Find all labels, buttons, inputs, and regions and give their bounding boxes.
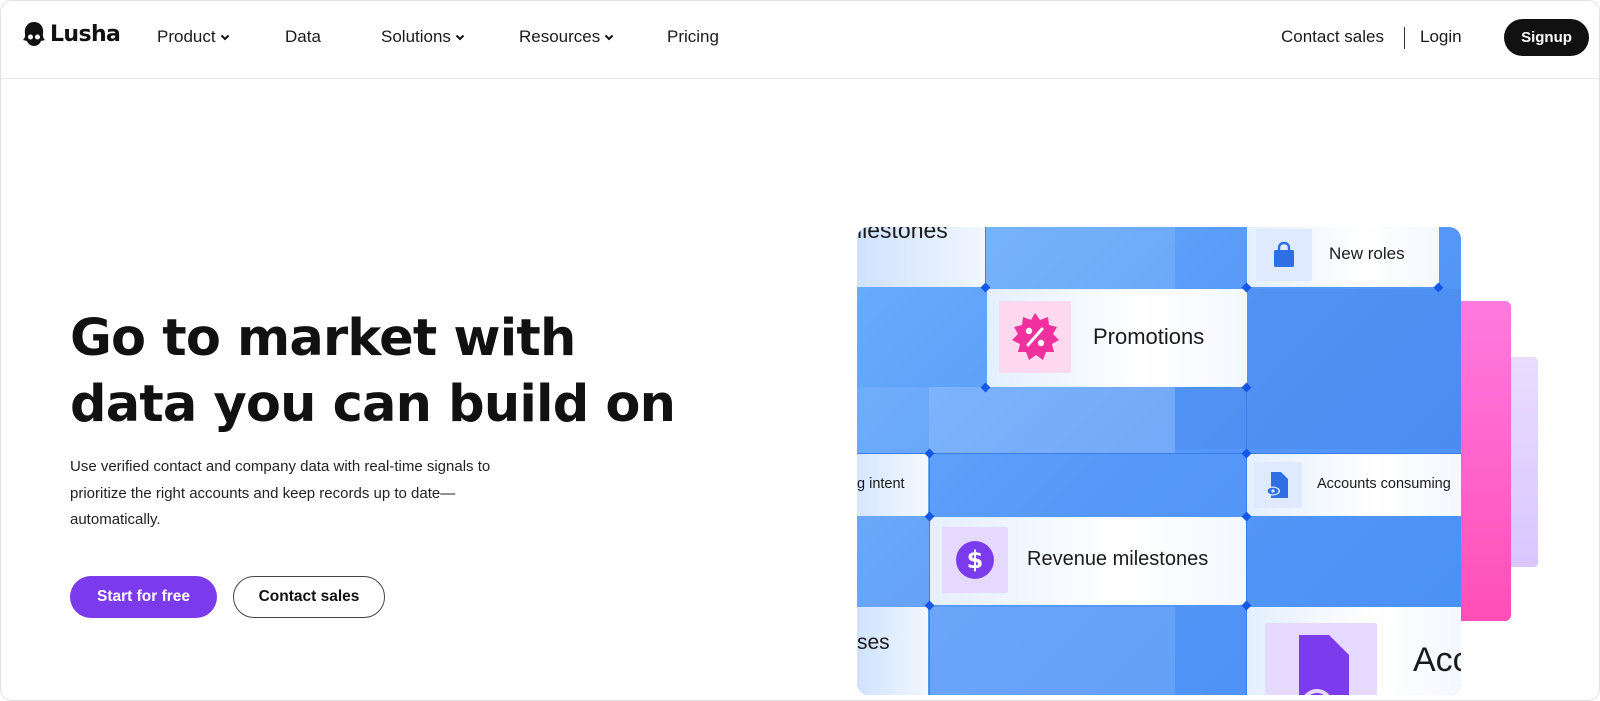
card-new-roles: New roles [1247, 227, 1439, 287]
card-label: Revenue milestones [1027, 548, 1209, 570]
dollar-circle-icon: $ [942, 527, 1008, 593]
shopping-bag-icon [1256, 229, 1312, 281]
nav-item-label: Solutions [381, 27, 451, 46]
lusha-logo-icon [23, 22, 45, 46]
hero-title: Go to market with data you can build on [70, 306, 690, 438]
signals-illustration: ilestones New roles Promotions g intent [857, 227, 1461, 695]
card-promotions: Promotions [987, 289, 1247, 387]
brand-name: Lusha [50, 21, 121, 47]
hero-description: Use verified contact and company data wi… [70, 458, 491, 528]
card-label: ses [857, 631, 890, 654]
grid-cell [985, 227, 1175, 289]
nav-item-pricing[interactable]: Pricing [667, 27, 719, 47]
nav-item-data[interactable]: Data [285, 27, 321, 47]
card-ses-partial: ses [857, 607, 928, 695]
nav-item-label: Product [157, 27, 216, 46]
nav-item-label: Resources [519, 27, 601, 46]
signup-button[interactable]: Signup [1504, 19, 1589, 56]
svg-text:$: $ [967, 546, 984, 574]
hero-title-line-2: data you can build on [70, 375, 676, 434]
chevron-down-icon [605, 34, 614, 41]
nav-divider [1404, 27, 1405, 49]
card-label: Acc [1413, 641, 1461, 679]
top-nav-bar: Lusha Product Data Solutions Resources P… [1, 1, 1599, 79]
card-acc-partial: Acc [1247, 607, 1461, 695]
decorative-pink-panel [1453, 301, 1511, 621]
document-eye-icon [1254, 462, 1302, 508]
login-link[interactable]: Login [1420, 27, 1462, 47]
start-for-free-button[interactable]: Start for free [70, 576, 217, 618]
grid-line [985, 227, 986, 287]
card-label: ilestones [857, 227, 948, 243]
percent-badge-icon [999, 301, 1071, 373]
card-accounts-consuming: Accounts consuming [1247, 454, 1461, 516]
nav-item-solutions[interactable]: Solutions [381, 27, 465, 47]
card-intent-partial: g intent [857, 454, 928, 516]
grid-cell [929, 607, 1175, 695]
card-label: g intent [857, 476, 905, 492]
card-revenue-milestones: $ Revenue milestones [930, 517, 1246, 605]
chevron-down-icon [220, 34, 229, 41]
contact-sales-link[interactable]: Contact sales [1281, 27, 1384, 47]
card-milestones-partial: ilestones [857, 227, 985, 287]
hero-title-line-1: Go to market with [70, 309, 576, 368]
nav-item-resources[interactable]: Resources [519, 27, 614, 47]
nav-item-label: Pricing [667, 27, 719, 46]
grid-cell [929, 387, 1175, 453]
card-label: Promotions [1093, 324, 1205, 349]
card-label: Accounts consuming [1317, 476, 1451, 492]
nav-item-product[interactable]: Product [157, 27, 230, 47]
contact-sales-button[interactable]: Contact sales [233, 576, 385, 618]
brand-logo[interactable]: Lusha [22, 20, 121, 48]
nav-item-label: Data [285, 27, 321, 46]
document-icon [1265, 623, 1377, 695]
page-frame: Lusha Product Data Solutions Resources P… [0, 0, 1600, 701]
card-label: New roles [1329, 244, 1405, 263]
chevron-down-icon [455, 34, 465, 41]
